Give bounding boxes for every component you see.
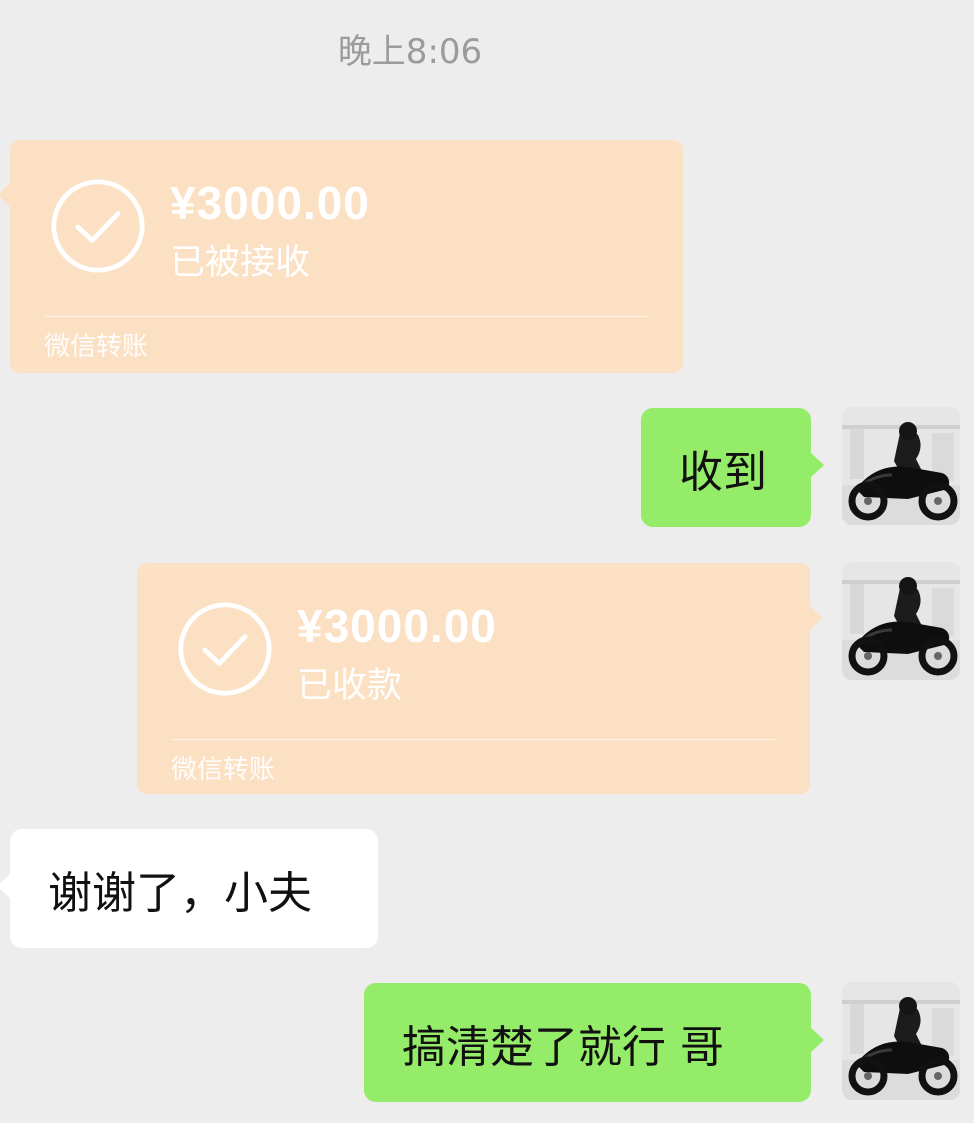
message-bubble-sent[interactable]: 收到 [641, 408, 824, 527]
message-text: 收到 [679, 446, 767, 498]
transfer-status: 已收款 [297, 666, 403, 706]
bubble-tail [810, 1027, 824, 1053]
message-text: 搞清楚了就行 哥 [402, 1021, 724, 1073]
divider [44, 316, 649, 317]
avatar[interactable] [842, 982, 960, 1100]
divider [171, 739, 776, 740]
transfer-card-received[interactable]: ¥3000.00 已被接收 微信转账 [0, 140, 683, 373]
transfer-card-sent[interactable]: ¥3000.00 已收款 微信转账 [137, 563, 822, 794]
check-circle-icon [51, 179, 145, 273]
motorcycle-rider-avatar [842, 562, 960, 680]
transfer-amount: ¥3000.00 [297, 600, 497, 652]
transfer-source-label: 微信转账 [44, 332, 149, 362]
message-timestamp: 晚上8:06 [337, 32, 483, 72]
bubble-tail [810, 452, 824, 478]
check-circle-icon [178, 602, 272, 696]
transfer-status: 已被接收 [170, 243, 311, 283]
bubble-tail [0, 873, 11, 899]
message-text: 谢谢了，小夫 [48, 867, 312, 919]
transfer-amount: ¥3000.00 [170, 177, 370, 229]
message-bubble-sent[interactable]: 搞清楚了就行 哥 [364, 983, 824, 1102]
bubble-tail [809, 605, 822, 631]
motorcycle-rider-avatar [842, 407, 960, 525]
avatar[interactable] [842, 407, 960, 525]
transfer-source-label: 微信转账 [171, 755, 276, 785]
avatar[interactable] [842, 562, 960, 680]
bubble-tail [0, 182, 11, 208]
message-bubble-received[interactable]: 谢谢了，小夫 [0, 829, 378, 948]
motorcycle-rider-avatar [842, 982, 960, 1100]
